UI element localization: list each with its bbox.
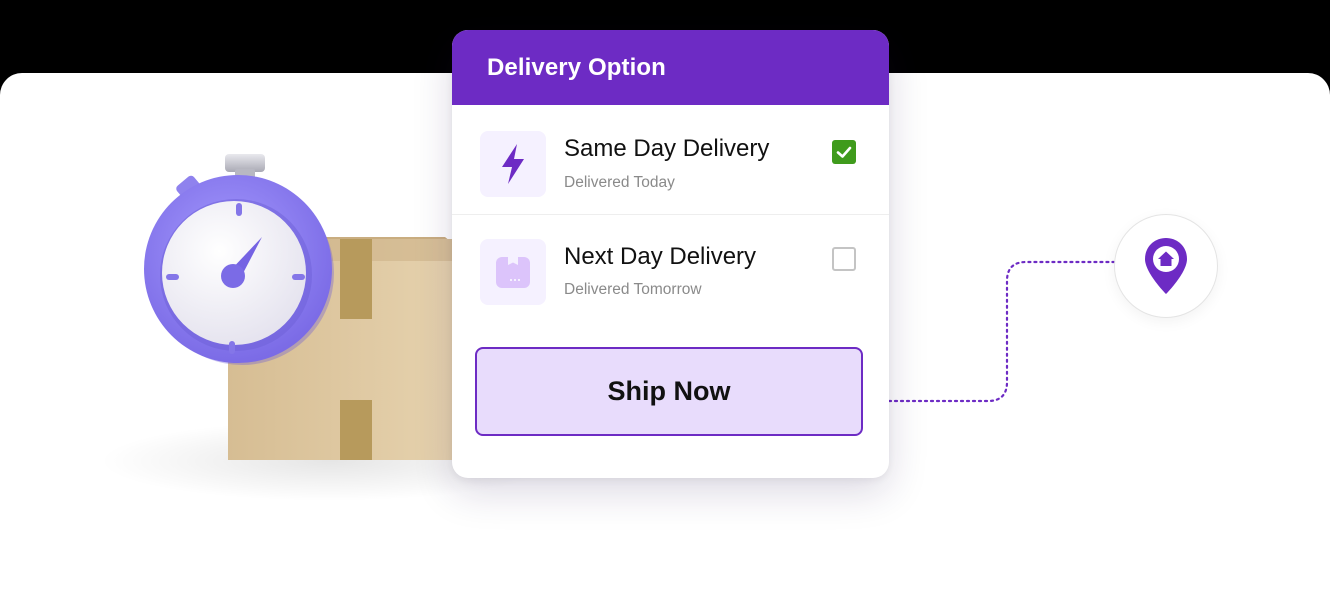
checkmark-icon <box>836 146 852 158</box>
package-icon <box>480 239 546 305</box>
ship-now-button[interactable]: Ship Now <box>475 347 863 436</box>
option-next-day[interactable]: Next Day Delivery Delivered Tomorrow <box>452 215 889 323</box>
option-title: Next Day Delivery <box>564 243 757 270</box>
hero-panel: Delivery Option Same Day Delivery Delive… <box>0 30 1330 595</box>
option-title: Same Day Delivery <box>564 135 770 162</box>
lightning-icon <box>480 131 546 197</box>
route-line <box>887 260 1116 403</box>
delivery-option-card: Delivery Option Same Day Delivery Delive… <box>452 30 889 478</box>
home-location-pin-icon <box>1145 238 1187 294</box>
card-title: Delivery Option <box>452 30 889 105</box>
stopwatch-icon <box>144 154 334 365</box>
same-day-checkbox[interactable] <box>832 140 856 164</box>
option-same-day[interactable]: Same Day Delivery Delivered Today <box>452 105 889 215</box>
option-subtitle: Delivered Tomorrow <box>564 281 702 298</box>
option-subtitle: Delivered Today <box>564 174 675 191</box>
next-day-checkbox[interactable] <box>832 247 856 271</box>
destination-marker <box>1114 214 1218 318</box>
